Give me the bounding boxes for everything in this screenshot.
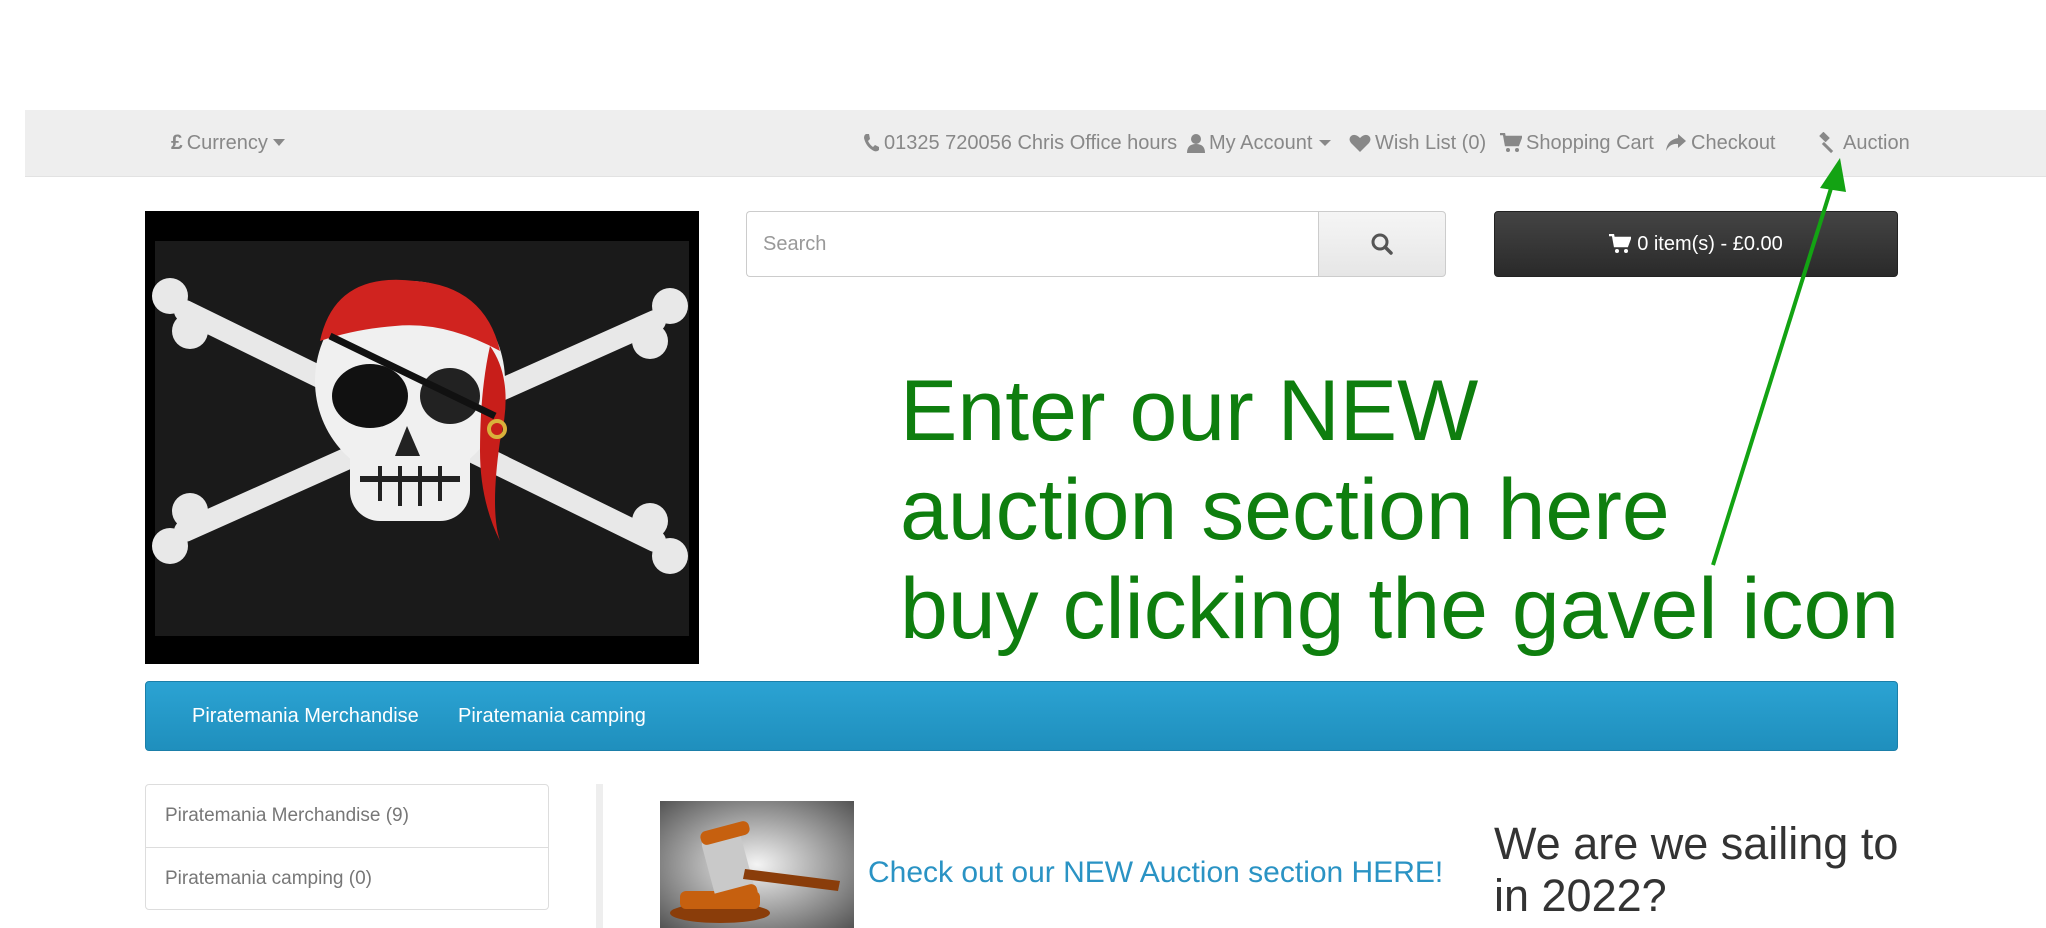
menu-item-camping[interactable]: Piratemania camping xyxy=(458,682,646,750)
menu-item-merchandise[interactable]: Piratemania Merchandise xyxy=(192,682,419,750)
category-item-camping[interactable]: Piratemania camping (0) xyxy=(146,847,548,909)
auction-section-link[interactable]: Check out our NEW Auction section HERE! xyxy=(868,856,1443,890)
category-item-merchandise[interactable]: Piratemania Merchandise (9) xyxy=(146,785,548,847)
main-menu: Piratemania Merchandise Piratemania camp… xyxy=(145,681,1898,751)
column-divider xyxy=(596,784,603,928)
sailing-heading: We are we sailing to in 2022? xyxy=(1494,818,1899,921)
auction-gavel-image[interactable] xyxy=(660,801,854,928)
gavel-picture xyxy=(660,801,854,928)
category-list: Piratemania Merchandise (9) Piratemania … xyxy=(145,784,549,910)
